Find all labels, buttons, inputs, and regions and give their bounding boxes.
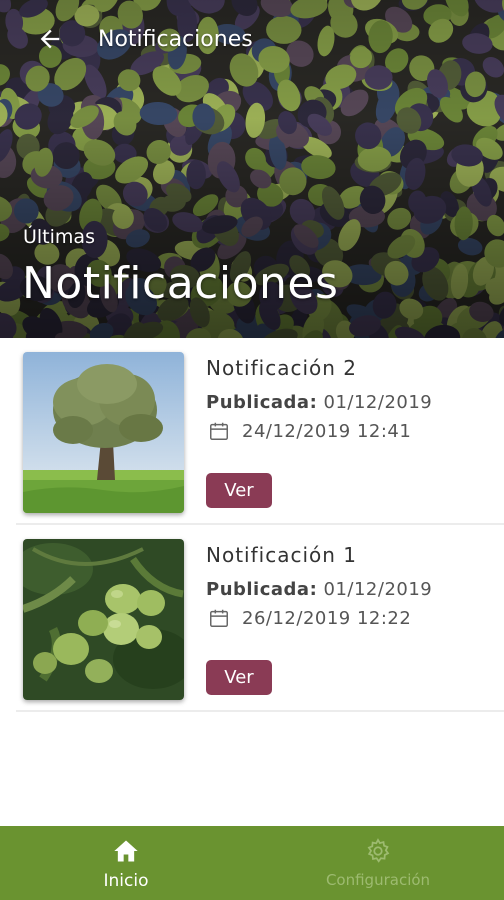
app-bar-title: Notificaciones <box>98 26 253 52</box>
published-info: Publicada: 01/12/2019 <box>206 392 432 413</box>
nav-item-configuracion[interactable]: Configuración <box>252 826 504 900</box>
notification-title: Notificación 2 <box>206 356 357 380</box>
published-date: 01/12/2019 <box>323 392 433 413</box>
notification-datetime: 24/12/2019 12:41 <box>242 420 412 442</box>
header-banner: Notificaciones Últimas Notificaciones <box>0 0 504 338</box>
calendar-icon <box>210 609 228 627</box>
green-olives-thumbnail <box>23 539 184 700</box>
olive-tree-thumbnail <box>23 352 184 513</box>
calendar-icon <box>210 422 228 440</box>
nav-label-configuracion: Configuración <box>325 871 431 889</box>
datetime-row: 26/12/2019 12:22 <box>208 607 411 629</box>
nav-label-inicio: Inicio <box>103 871 149 891</box>
arrow-left-icon <box>40 29 60 49</box>
view-notification-button[interactable]: Ver <box>206 660 272 695</box>
published-label: Publicada: <box>206 392 318 413</box>
page-title: Notificaciones <box>22 258 339 309</box>
notification-datetime: 26/12/2019 12:22 <box>242 607 412 629</box>
published-date: 01/12/2019 <box>323 579 433 600</box>
notification-card: Notificación 1 Publicada: 01/12/2019 26/… <box>16 525 504 712</box>
published-info: Publicada: 01/12/2019 <box>206 579 432 600</box>
notification-title: Notificación 1 <box>206 543 357 567</box>
notification-card: Notificación 2 Publicada: 01/12/2019 24/… <box>16 338 504 525</box>
app-bar: Notificaciones <box>0 14 504 64</box>
hero-subtitle: Últimas <box>23 226 95 248</box>
notification-list: Notificación 2 Publicada: 01/12/2019 24/… <box>0 338 504 712</box>
view-notification-button[interactable]: Ver <box>206 473 272 508</box>
home-icon <box>114 840 138 862</box>
bottom-navigation: Inicio Configuración <box>0 826 504 900</box>
datetime-row: 24/12/2019 12:41 <box>208 420 411 442</box>
nav-item-inicio[interactable]: Inicio <box>0 826 252 900</box>
published-label: Publicada: <box>206 579 318 600</box>
gear-icon <box>367 838 390 863</box>
back-button[interactable] <box>24 14 76 64</box>
